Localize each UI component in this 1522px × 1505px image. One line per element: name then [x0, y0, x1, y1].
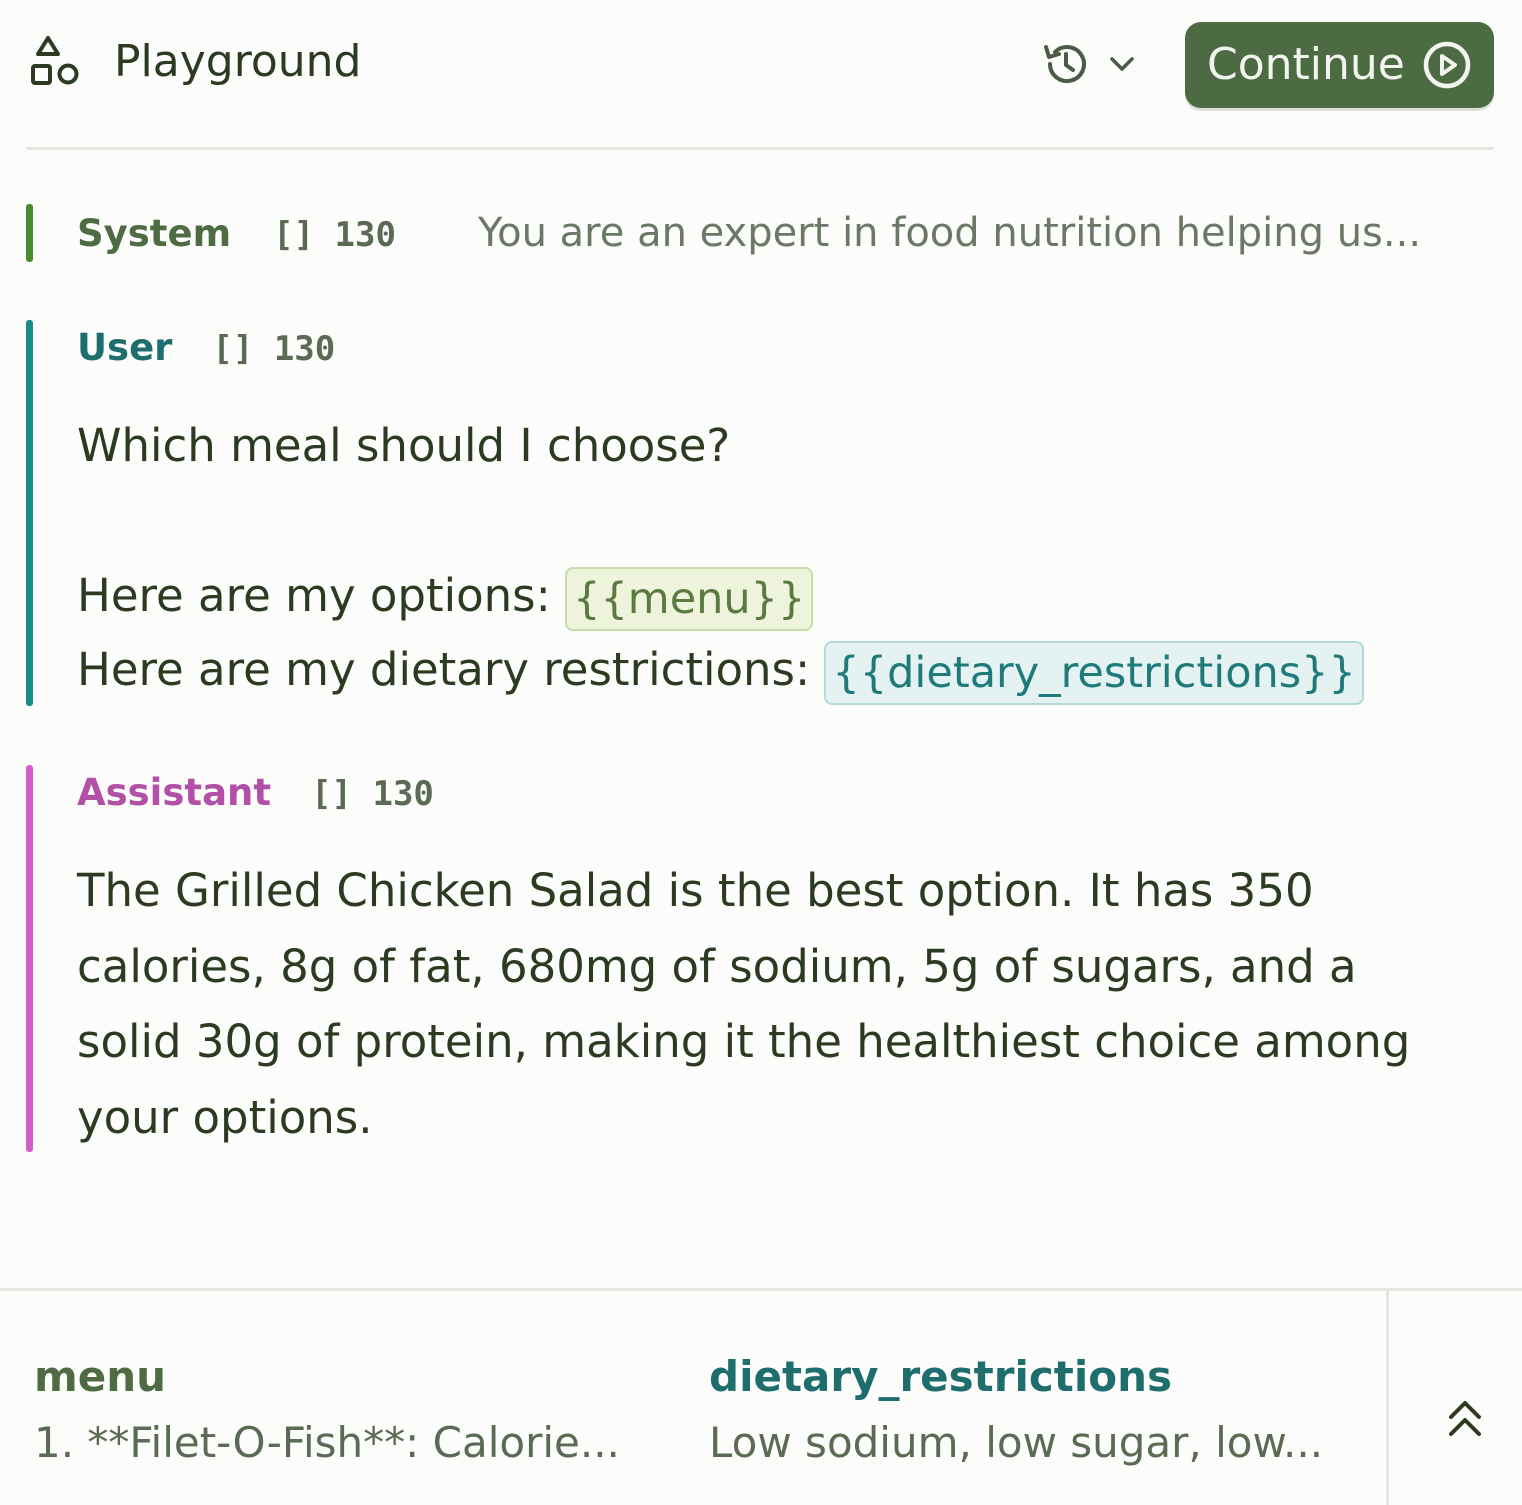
- assistant-role-bar: [26, 765, 33, 1152]
- history-icon: [1044, 45, 1086, 84]
- variables-panel: menu 1. **Filet-O-Fish**: Calorie... die…: [0, 1288, 1522, 1505]
- user-message-line-2-text: Here are my options:: [77, 569, 566, 622]
- dietary-restrictions-variable[interactable]: dietary_restrictions Low sodium, low sug…: [709, 1351, 1323, 1469]
- header-bar: Playground Continue: [26, 0, 1494, 150]
- dietary-restrictions-variable-value: Low sodium, low sugar, low...: [709, 1418, 1324, 1467]
- assistant-message[interactable]: Assistant [] 130 The Grilled Chicken Sala…: [26, 765, 1494, 1152]
- system-role-label: System: [77, 212, 232, 255]
- menu-variable-chip[interactable]: {{menu}}: [565, 567, 814, 631]
- user-message-line-2: Here are my options: {{menu}}: [77, 564, 814, 631]
- user-message[interactable]: User [] 130 Which meal should I choose? H…: [26, 320, 1494, 706]
- user-token-count: [] 130: [212, 329, 336, 369]
- user-message-line-3-text: Here are my dietary restrictions:: [77, 643, 825, 696]
- assistant-token-count: [] 130: [311, 774, 434, 814]
- system-token-count: [] 130: [273, 215, 396, 255]
- assistant-role-label: Assistant: [77, 771, 272, 814]
- continue-button[interactable]: Continue: [1185, 22, 1494, 108]
- app-title: Playground: [114, 36, 362, 87]
- menu-variable-name: menu: [34, 1352, 167, 1401]
- user-message-line-1: Which meal should I choose?: [77, 419, 731, 472]
- user-role-bar: [26, 320, 33, 706]
- chevrons-up-icon: [1449, 1401, 1481, 1436]
- menu-variable-value: 1. **Filet-O-Fish**: Calorie...: [34, 1418, 620, 1467]
- system-message-preview: You are an expert in food nutrition help…: [478, 210, 1422, 256]
- shapes-icon: [31, 36, 79, 85]
- dietary-restrictions-variable-name: dietary_restrictions: [709, 1352, 1172, 1401]
- user-message-line-3: Here are my dietary restrictions: {{diet…: [77, 638, 1364, 705]
- assistant-message-content: The Grilled Chicken Salad is the best op…: [77, 864, 1411, 1144]
- chevron-down-icon: [1110, 57, 1134, 71]
- playground-app: Playground Continue System[] 130 You are: [0, 0, 1522, 1505]
- play-circle-icon: [1423, 41, 1471, 89]
- expand-variables-button[interactable]: [1386, 1291, 1522, 1505]
- continue-label: Continue: [1207, 39, 1405, 90]
- menu-variable[interactable]: menu 1. **Filet-O-Fish**: Calorie...: [34, 1351, 620, 1469]
- dietary-restrictions-variable-chip[interactable]: {{dietary_restrictions}}: [824, 641, 1364, 705]
- system-role-bar: [26, 204, 33, 262]
- history-dropdown-button[interactable]: [1036, 36, 1140, 92]
- user-role-label: User: [77, 326, 173, 369]
- system-message[interactable]: System [] 130 You are an expert in food n…: [26, 204, 1494, 262]
